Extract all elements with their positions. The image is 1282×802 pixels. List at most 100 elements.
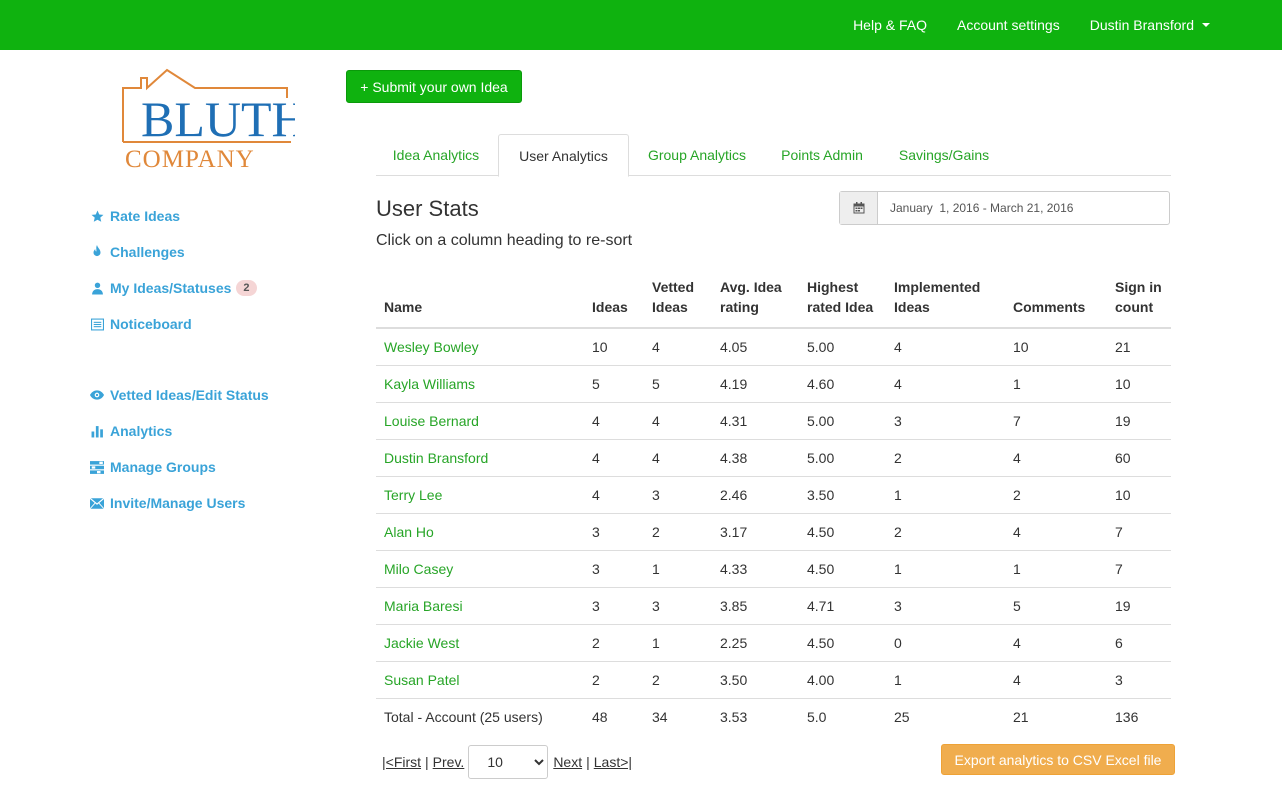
sidebar-item-my-ideas[interactable]: My Ideas/Statuses 2	[90, 280, 257, 296]
cell-comments: 1	[1005, 549, 1107, 587]
prev-page-link[interactable]: Prev.	[433, 754, 465, 770]
user-name-link[interactable]: Susan Patel	[376, 660, 584, 698]
next-page-link[interactable]: Next	[553, 754, 582, 770]
cell-sign-in-count: 3	[1107, 660, 1171, 698]
cell-implemented: 1	[886, 475, 1005, 513]
user-menu-dropdown[interactable]: Dustin Bransford	[1090, 17, 1210, 33]
user-name-link[interactable]: Wesley Bowley	[376, 328, 584, 365]
submit-idea-button[interactable]: + Submit your own Idea	[346, 70, 522, 103]
star-icon	[90, 209, 104, 223]
cell-highest-rated: 5.00	[799, 438, 886, 476]
cell-comments: 4	[1005, 623, 1107, 661]
account-settings-link[interactable]: Account settings	[957, 17, 1060, 33]
cell-comments: 10	[1013, 338, 1029, 355]
column-header-highest-rated[interactable]: Highest rated Idea	[799, 276, 886, 329]
sidebar-item-noticeboard[interactable]: Noticeboard	[90, 316, 192, 332]
cell-vetted-ideas: 4	[644, 438, 712, 476]
first-page-link[interactable]: |<First	[382, 754, 421, 770]
user-name-link[interactable]: Louise Bernard	[376, 401, 584, 439]
top-navbar: Help & FAQ Account settings Dustin Brans…	[0, 0, 1282, 50]
sidebar-item-label: Invite/Manage Users	[110, 495, 246, 511]
total-ideas: 48	[584, 697, 644, 735]
total-sign-in-count: 136	[1107, 697, 1171, 735]
cell-comments: 1	[1005, 364, 1107, 402]
user-name-link[interactable]: Terry Lee	[376, 475, 584, 513]
user-name-link[interactable]: Jackie West	[376, 623, 584, 661]
column-header-name[interactable]: Name	[376, 276, 584, 329]
cell-avg-rating: 4.33	[712, 549, 799, 587]
column-header-vetted-ideas[interactable]: Vetted Ideas	[644, 276, 712, 329]
user-name-link[interactable]: Dustin Bransford	[376, 438, 584, 476]
cell-comments: 4	[1005, 660, 1107, 698]
pager-separator: |	[425, 754, 429, 770]
cell-ideas: 4	[584, 475, 644, 513]
cell-avg-rating: 2.46	[712, 475, 799, 513]
cell-comments: 5	[1005, 586, 1107, 624]
tab-group-analytics[interactable]: Group Analytics	[634, 134, 760, 176]
cell-sign-in-count: 60	[1107, 438, 1171, 476]
date-range-picker[interactable]: January 1, 2016 - March 21, 2016	[839, 191, 1170, 225]
sidebar-item-label: Analytics	[110, 423, 173, 439]
sidebar-item-manage-groups[interactable]: Manage Groups	[90, 459, 216, 475]
total-comments: 21	[1005, 697, 1107, 735]
user-name-link[interactable]: Maria Baresi	[376, 586, 584, 624]
last-page-link[interactable]: Last>|	[594, 754, 632, 770]
sidebar-item-challenges[interactable]: Challenges	[90, 244, 185, 260]
user-name-link[interactable]: Milo Casey	[376, 549, 584, 587]
cell-ideas: 5	[584, 364, 644, 402]
cell-ideas: 4	[584, 401, 644, 439]
cell-sign-in-count: 6	[1107, 623, 1171, 661]
tab-savings-gains[interactable]: Savings/Gains	[884, 134, 1004, 176]
cell-vetted-ideas: 5	[644, 364, 712, 402]
cell-implemented: 1	[886, 660, 1005, 698]
cell-comments: 4	[1005, 438, 1107, 476]
column-header-sign-in-count[interactable]: Sign in count	[1107, 276, 1171, 329]
column-header-comments[interactable]: Comments	[1005, 276, 1107, 329]
sidebar-item-invite-users[interactable]: Invite/Manage Users	[90, 495, 245, 511]
cell-vetted-ideas: 4	[644, 401, 712, 439]
cell-sign-in-count: 7	[1107, 512, 1171, 550]
cell-vetted-ideas: 2	[644, 512, 712, 550]
help-faq-link[interactable]: Help & FAQ	[853, 17, 927, 33]
sidebar-item-label: Noticeboard	[110, 316, 192, 332]
cell-ideas: 3	[584, 549, 644, 587]
cell-vetted-ideas: 1	[644, 623, 712, 661]
bar-chart-icon	[90, 424, 104, 438]
export-csv-button[interactable]: Export analytics to CSV Excel file	[941, 744, 1175, 775]
column-header-ideas[interactable]: Ideas	[584, 276, 644, 329]
column-header-avg-rating[interactable]: Avg. Idea rating	[712, 276, 799, 329]
logo-text-company: COMPANY	[125, 146, 255, 173]
user-name-link[interactable]: Kayla Williams	[376, 364, 584, 402]
cell-vetted-ideas: 4	[652, 338, 660, 355]
table-row: Dustin Bransford 4 4 4.38 5.00 2 4 60	[376, 438, 1171, 476]
cell-comments: 7	[1005, 401, 1107, 439]
cell-ideas: 2	[584, 660, 644, 698]
cell-avg-rating: 2.25	[712, 623, 799, 661]
sidebar-item-vetted-ideas[interactable]: Vetted Ideas/Edit Status	[90, 387, 269, 403]
per-page-select[interactable]: 10	[468, 745, 549, 779]
user-stats-table: Name Ideas Vetted Ideas Avg. Idea rating…	[376, 276, 1171, 735]
cell-highest-rated: 4.50	[799, 512, 886, 550]
cell-highest-rated: 4.50	[799, 549, 886, 587]
cell-implemented: 1	[886, 549, 1005, 587]
cell-ideas: 2	[584, 623, 644, 661]
table-row: Jackie West 2 1 2.25 4.50 0 4 6	[376, 623, 1171, 661]
tab-points-admin[interactable]: Points Admin	[764, 134, 880, 176]
cell-implemented: 2	[886, 512, 1005, 550]
sidebar-item-rate-ideas[interactable]: Rate Ideas	[90, 208, 180, 224]
table-row: Kayla Williams 5 5 4.19 4.60 4 1 10	[376, 364, 1171, 402]
tab-user-analytics[interactable]: User Analytics	[498, 134, 629, 177]
cell-highest-rated: 4.71	[799, 586, 886, 624]
total-avg-rating: 3.53	[712, 697, 799, 735]
total-implemented: 25	[886, 697, 1005, 735]
sidebar-item-analytics[interactable]: Analytics	[90, 423, 172, 439]
column-header-implemented[interactable]: Implemented Ideas	[886, 276, 1005, 329]
tasks-icon	[90, 460, 104, 474]
user-name-link[interactable]: Alan Ho	[376, 512, 584, 550]
tab-idea-analytics[interactable]: Idea Analytics	[376, 134, 496, 176]
calendar-icon	[840, 192, 878, 224]
table-total-row: Total - Account (25 users) 48 34 3.53 5.0 25 2…	[376, 697, 1171, 735]
cell-highest-rated: 4.60	[799, 364, 886, 402]
cell-sign-in-count: 10	[1107, 475, 1171, 513]
total-label: Total - Account (25 users)	[376, 697, 584, 735]
